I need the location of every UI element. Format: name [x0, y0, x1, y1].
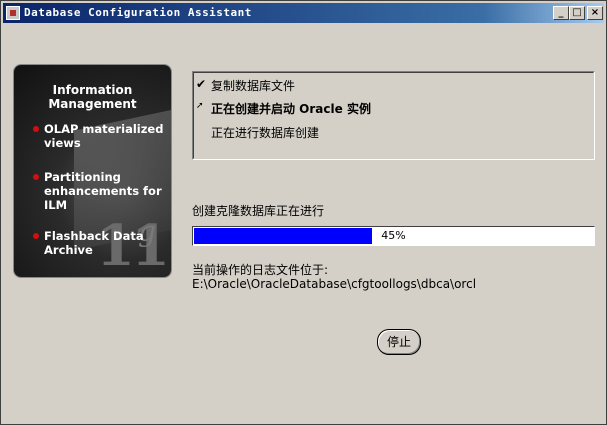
checkmark-icon: ✔	[196, 77, 207, 91]
app-icon	[6, 6, 20, 20]
step-completed: 复制数据库文件	[211, 79, 296, 93]
promo-item: Flashback Data Archive	[33, 229, 168, 257]
bullet-icon	[33, 233, 39, 239]
promo-item: Partitioning enhancements for ILM	[33, 170, 168, 212]
promo-item-label: Flashback Data Archive	[44, 229, 144, 257]
log-file-label: 当前操作的日志文件位于:	[192, 263, 329, 277]
bullet-icon	[33, 174, 39, 180]
title-bar[interactable]: Database Configuration Assistant _ □ ×	[3, 3, 604, 23]
promo-item-label: OLAP materialized views	[44, 122, 164, 150]
progress-bar: 45%	[192, 226, 595, 246]
maximize-button[interactable]: □	[569, 6, 585, 20]
promo-item-label: Partitioning enhancements for ILM	[44, 170, 162, 212]
step-current: 正在创建并启动 Oracle 实例	[211, 102, 371, 116]
bullet-icon	[33, 126, 39, 132]
progress-label: 创建克隆数据库正在进行	[192, 204, 325, 218]
promo-item: OLAP materialized views	[33, 122, 168, 150]
current-step-arrow-icon: ➚	[196, 101, 204, 111]
stop-button[interactable]: 停止	[377, 329, 421, 355]
dbca-window: Database Configuration Assistant _ □ × 1…	[0, 0, 607, 425]
minimize-button[interactable]: _	[553, 6, 569, 20]
progress-steps-panel: ✔ 复制数据库文件 ➚ 正在创建并启动 Oracle 实例 正在进行数据库创建	[192, 71, 595, 160]
promo-heading: Information Management	[48, 83, 137, 111]
window-title: Database Configuration Assistant	[24, 6, 252, 19]
oracle-promo-panel: 11 g Information Management OLAP materia…	[14, 65, 171, 277]
progress-percent: 45%	[381, 229, 406, 242]
close-button[interactable]: ×	[587, 6, 603, 20]
log-file-path: E:\Oracle\OracleDatabase\cfgtoollogs\dbc…	[192, 277, 477, 291]
step-pending: 正在进行数据库创建	[211, 126, 320, 140]
